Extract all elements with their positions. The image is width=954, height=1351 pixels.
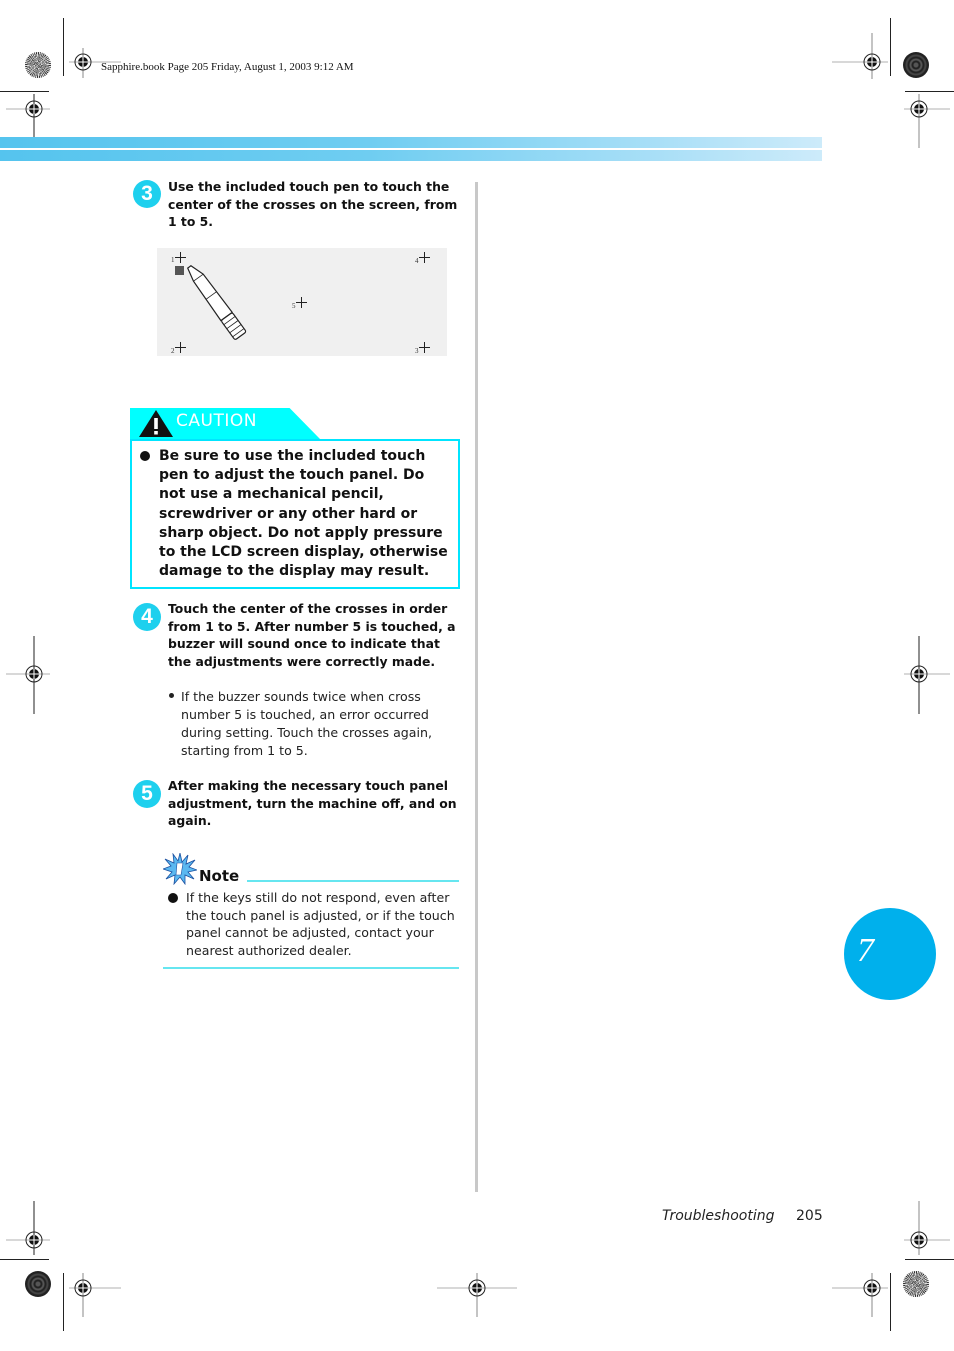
print-header-info: Sapphire.book Page 205 Friday, August 1,… bbox=[101, 61, 354, 73]
cross-4-icon bbox=[419, 252, 430, 263]
cross-5-icon bbox=[296, 297, 307, 308]
registration-rosette-icon bbox=[25, 1271, 51, 1297]
registration-target-icon bbox=[832, 1273, 888, 1317]
cross-label-1: 1 bbox=[171, 256, 175, 264]
header-band bbox=[0, 137, 822, 148]
crop-mark bbox=[63, 1273, 64, 1331]
note-text: If the keys still do not respond, even a… bbox=[186, 890, 455, 958]
cross-label-3: 3 bbox=[415, 347, 419, 355]
crop-mark bbox=[0, 91, 49, 92]
crop-mark bbox=[890, 18, 891, 76]
touch-pen-icon bbox=[186, 265, 247, 340]
page-number: 205 bbox=[796, 1208, 823, 1224]
registration-target-icon bbox=[904, 94, 950, 148]
caution-title: CAUTION bbox=[176, 411, 257, 431]
crop-mark bbox=[0, 1259, 49, 1260]
registration-target-icon bbox=[904, 1201, 950, 1255]
footer-section-title: Troubleshooting bbox=[662, 1208, 775, 1224]
crop-mark bbox=[905, 91, 954, 92]
step-3-text: Use the included touch pen to touch the … bbox=[168, 179, 458, 229]
step-4-subnote: If the buzzer sounds twice when cross nu… bbox=[181, 689, 432, 758]
cross-3-icon bbox=[419, 342, 430, 353]
registration-target-icon bbox=[6, 1201, 50, 1255]
registration-target-icon bbox=[832, 33, 888, 79]
note-burst-icon bbox=[163, 853, 197, 885]
warning-triangle-icon bbox=[139, 410, 173, 437]
caution-text: Be sure to use the included touch pen to… bbox=[159, 448, 448, 580]
step-5-text: After making the necessary touch panel a… bbox=[168, 778, 457, 828]
note-divider bbox=[163, 967, 459, 969]
crop-mark bbox=[890, 1273, 891, 1331]
step-4-text: Touch the center of the crosses in order… bbox=[168, 601, 456, 669]
registration-target-icon bbox=[904, 636, 950, 714]
registration-rosette-icon bbox=[903, 52, 929, 78]
registration-rosette-icon bbox=[25, 52, 51, 78]
header-band bbox=[0, 150, 822, 161]
step-number-5: 5 bbox=[133, 780, 161, 808]
cross-label-2: 2 bbox=[171, 347, 175, 355]
column-divider bbox=[475, 182, 478, 1192]
bullet-icon bbox=[169, 693, 174, 698]
step-number-4: 4 bbox=[133, 603, 161, 631]
chapter-number: 7 bbox=[857, 932, 874, 969]
registration-target-icon bbox=[69, 1273, 121, 1317]
note-divider bbox=[247, 880, 459, 882]
touch-panel-illustration: 1 4 5 2 3 bbox=[157, 248, 447, 356]
registration-target-icon bbox=[6, 636, 50, 714]
step-number-3: 3 bbox=[133, 180, 161, 208]
cross-label-5: 5 bbox=[292, 302, 296, 310]
crop-mark bbox=[63, 18, 64, 76]
note-title: Note bbox=[199, 867, 240, 885]
registration-target-icon bbox=[437, 1273, 517, 1317]
cross-label-4: 4 bbox=[415, 257, 419, 265]
crop-mark bbox=[905, 1259, 954, 1260]
bullet-icon bbox=[168, 893, 178, 903]
bullet-icon bbox=[140, 451, 150, 461]
registration-rosette-icon bbox=[903, 1271, 929, 1297]
